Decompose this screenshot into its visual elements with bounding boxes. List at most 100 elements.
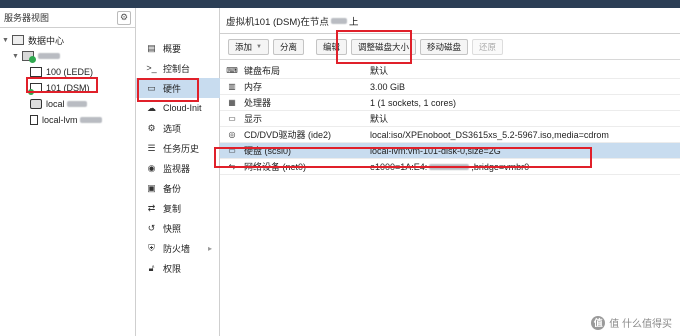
row-value: 默认 <box>370 114 389 124</box>
redacted-mac <box>429 164 470 171</box>
menu-item-label: 控制台 <box>163 63 191 74</box>
row-value: local:iso/XPEnoboot_DS3615xs_5.2-5967.is… <box>370 129 609 140</box>
menu-item-label: 防火墙 <box>163 243 191 254</box>
gear-icon: ⚙ <box>147 122 156 133</box>
settings-gear-icon[interactable]: ⚙ <box>117 10 131 25</box>
menu-item-firewall[interactable]: ⛨ 防火墙 ▸ <box>136 238 220 258</box>
table-row[interactable]: ▥ 内存 3.00 GiB <box>220 79 680 95</box>
row-key: 网络设备 (net0) <box>244 162 307 172</box>
bridge-value: ,bridge=vmbr0 <box>471 161 530 172</box>
book-icon: ▤ <box>147 42 156 53</box>
menu-item-hardware[interactable]: ▭ 硬件 <box>136 78 220 98</box>
add-button-label: 添加 <box>235 41 253 52</box>
tree-node-label: 数据中心 <box>28 35 65 46</box>
cdrom-icon: ◎ <box>228 130 236 139</box>
tree-node-label: local-lvm <box>42 115 78 125</box>
tree-node-vm-101[interactable]: 101 (DSM) <box>28 80 90 96</box>
hardware-panel: 虚拟机101 (DSM)在节点 上 添加 ▼ 分离 编辑 调整磁盘大小 移动磁盘 还… <box>220 8 680 336</box>
tree-node-label: local <box>46 99 65 109</box>
storage-database-icon <box>30 99 42 109</box>
row-value: e1000=1A:E4: ,bridge=vmbr0 <box>370 162 529 172</box>
table-row[interactable]: ▭ 显示 默认 <box>220 111 680 127</box>
menu-item-options[interactable]: ⚙ 选项 <box>136 118 220 138</box>
floppy-icon: ▣ <box>147 182 156 193</box>
menu-item-label: 概要 <box>163 43 182 54</box>
redacted-text <box>67 101 88 107</box>
collapse-caret-icon[interactable]: ▼ <box>12 53 20 60</box>
menu-item-summary[interactable]: ▤ 概要 <box>136 38 220 58</box>
tree-node-vm-100[interactable]: 100 (LEDE) <box>30 64 93 80</box>
cloud-icon: ☁ <box>147 102 156 113</box>
move-disk-button[interactable]: 移动磁盘 <box>420 38 469 55</box>
menu-item-snapshots[interactable]: ↺ 快照 <box>136 218 220 238</box>
watermark-logo-icon: 值 <box>591 315 606 330</box>
tree-node-storage-local-lvm[interactable]: local-lvm <box>30 112 103 128</box>
table-row[interactable]: ⇆ 网络设备 (net0) e1000=1A:E4: ,bridge=vmbr0 <box>220 159 680 175</box>
chevron-down-icon: ▼ <box>256 43 262 50</box>
server-view-panel: 服务器视图 ⚙ ▼ 数据中心 ▼ 100 (LEDE) 101 (DSM) lo… <box>0 8 136 336</box>
storage-file-icon <box>30 115 38 125</box>
panel-title-suffix: 上 <box>348 16 359 28</box>
shield-icon: ⛨ <box>148 242 155 253</box>
menu-item-label: 快照 <box>163 223 182 234</box>
panel-title: 虚拟机101 (DSM)在节点 <box>226 16 329 28</box>
add-button[interactable]: 添加 ▼ <box>228 38 269 55</box>
keyboard-icon: ⌨ <box>226 66 238 75</box>
mac-prefix: e1000=1A:E4: <box>370 161 428 172</box>
row-value: 3.00 GiB <box>370 81 406 92</box>
hardware-toolbar: 添加 ▼ 分离 编辑 调整磁盘大小 移动磁盘 还原 <box>220 34 680 60</box>
tree-node-host[interactable]: ▼ <box>12 48 60 64</box>
history-icon: ↺ <box>147 222 156 233</box>
menu-item-console[interactable]: >_ 控制台 <box>136 58 220 78</box>
revert-button[interactable]: 还原 <box>472 38 504 55</box>
table-row[interactable]: ⌨ 键盘布局 默认 <box>220 63 680 79</box>
top-bar <box>0 0 680 8</box>
tree-node-label: 101 (DSM) <box>46 83 90 93</box>
menu-item-label: Cloud-Init <box>163 103 202 113</box>
menu-item-backup[interactable]: ▣ 备份 <box>136 178 220 198</box>
row-value: 默认 <box>370 66 389 76</box>
redacted-hostname <box>38 53 60 59</box>
row-value: 1 (1 sockets, 1 cores) <box>370 97 457 108</box>
row-key: 显示 <box>244 114 263 124</box>
menu-item-label: 硬件 <box>163 83 182 94</box>
row-key: 键盘布局 <box>244 66 281 76</box>
redacted-node-name <box>330 17 347 24</box>
edit-button[interactable]: 编辑 <box>315 38 347 55</box>
resize-disk-button[interactable]: 调整磁盘大小 <box>351 38 417 55</box>
tree-node-label: 100 (LEDE) <box>46 67 94 77</box>
submenu-arrow-icon: ▸ <box>207 243 212 253</box>
retweet-icon: ⇄ <box>147 202 156 213</box>
vm-monitor-icon <box>30 67 42 77</box>
watermark-text: 值 什么值得买 <box>609 319 672 330</box>
network-icon: ⇆ <box>228 162 236 171</box>
menu-item-task-history[interactable]: ☰ 任务历史 <box>136 138 220 158</box>
menu-item-label: 复制 <box>163 203 182 214</box>
redacted-text <box>80 117 103 123</box>
menu-item-replication[interactable]: ⇄ 复制 <box>136 198 220 218</box>
table-row[interactable]: ◎ CD/DVD驱动器 (ide2) local:iso/XPEnoboot_DS… <box>220 127 680 143</box>
vm-config-menu: ▤ 概要 >_ 控制台 ▭ 硬件 ☁ Cloud-Init ⚙ 选项 ☰ 任务历史 ◉ 监视器… <box>136 8 220 336</box>
tree-node-storage-local[interactable]: local <box>30 96 88 112</box>
table-row-selected[interactable]: ▭ 硬盘 (scsi0) local-lvm:vm-101-disk-0,size… <box>220 143 680 159</box>
row-key: CD/DVD驱动器 (ide2) <box>244 130 332 140</box>
table-row[interactable]: ▦ 处理器 1 (1 sockets, 1 cores) <box>220 95 680 111</box>
menu-item-cloud-init[interactable]: ☁ Cloud-Init <box>136 98 220 118</box>
host-icon <box>22 51 36 63</box>
menu-item-label: 选项 <box>163 123 182 134</box>
row-key: 硬盘 (scsi0) <box>244 146 291 156</box>
menu-item-label: 任务历史 <box>163 143 200 154</box>
vm-running-monitor-icon <box>28 83 42 95</box>
detach-button[interactable]: 分离 <box>272 38 304 55</box>
monitor-icon: ▭ <box>147 82 156 93</box>
server-view-title: 服务器视图 <box>4 13 50 23</box>
list-icon: ☰ <box>147 142 156 153</box>
menu-item-label: 监视器 <box>163 163 191 174</box>
unlock-icon: 🔓︎ <box>148 262 155 273</box>
collapse-caret-icon[interactable]: ▼ <box>2 37 10 44</box>
cpu-icon: ▦ <box>228 98 236 107</box>
menu-item-permissions[interactable]: 🔓︎ 权限 <box>136 258 220 278</box>
tree-node-datacenter[interactable]: ▼ 数据中心 <box>2 32 64 48</box>
menu-item-monitor[interactable]: ◉ 监视器 <box>136 158 220 178</box>
eye-icon: ◉ <box>147 162 156 173</box>
